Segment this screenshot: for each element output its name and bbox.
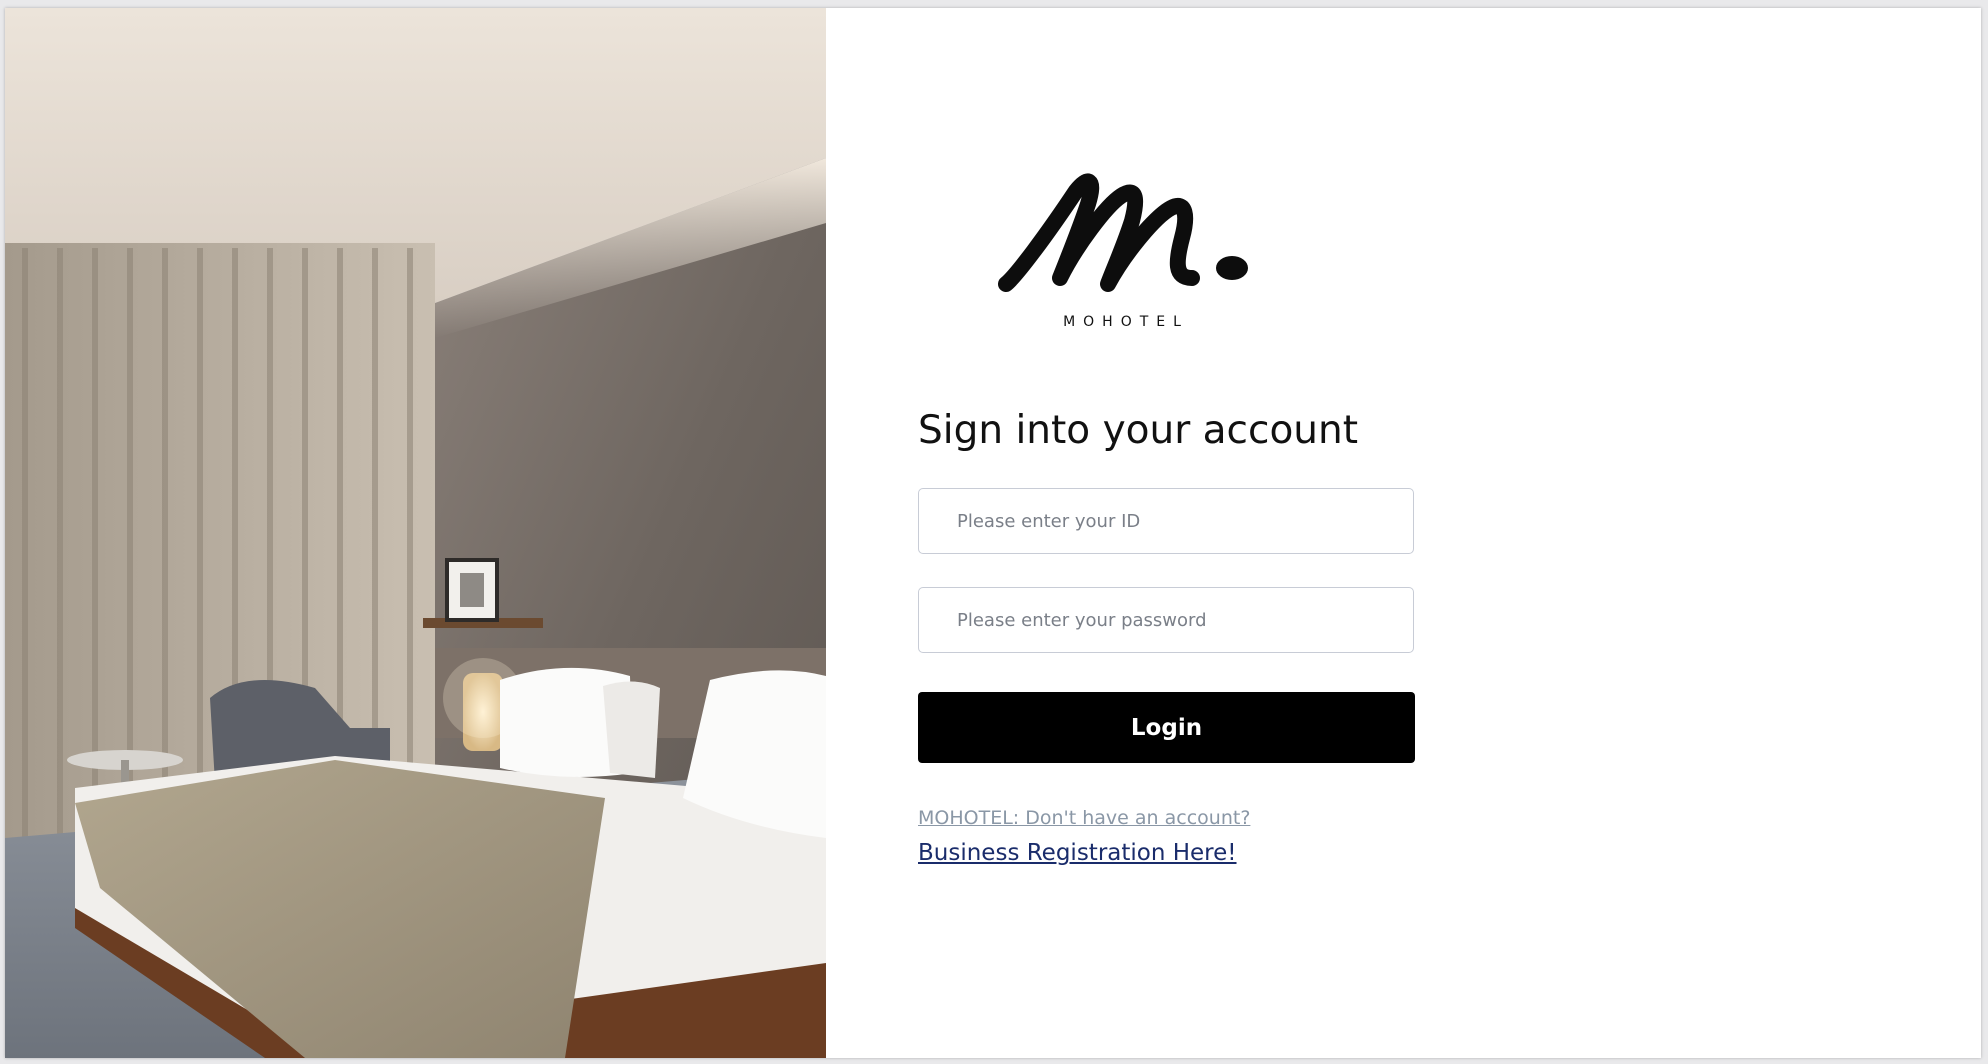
signup-prompt-link[interactable]: MOHOTEL: Don't have an account?	[918, 807, 1250, 829]
login-button[interactable]: Login	[918, 692, 1415, 763]
id-input[interactable]	[918, 488, 1414, 554]
m-script-logo-icon	[998, 173, 1248, 292]
login-panel: MOHOTEL Sign into your account Login MOH…	[826, 8, 1981, 1058]
mohotel-logo: MOHOTEL	[996, 166, 1256, 346]
brand-name: MOHOTEL	[1063, 314, 1189, 330]
page-title: Sign into your account	[918, 408, 1359, 453]
password-input[interactable]	[918, 587, 1414, 653]
hotel-room-illustration	[5, 8, 826, 1058]
hotel-room-photo	[5, 8, 826, 1058]
login-page: MOHOTEL Sign into your account Login MOH…	[5, 8, 1981, 1058]
business-registration-link[interactable]: Business Registration Here!	[918, 840, 1237, 866]
